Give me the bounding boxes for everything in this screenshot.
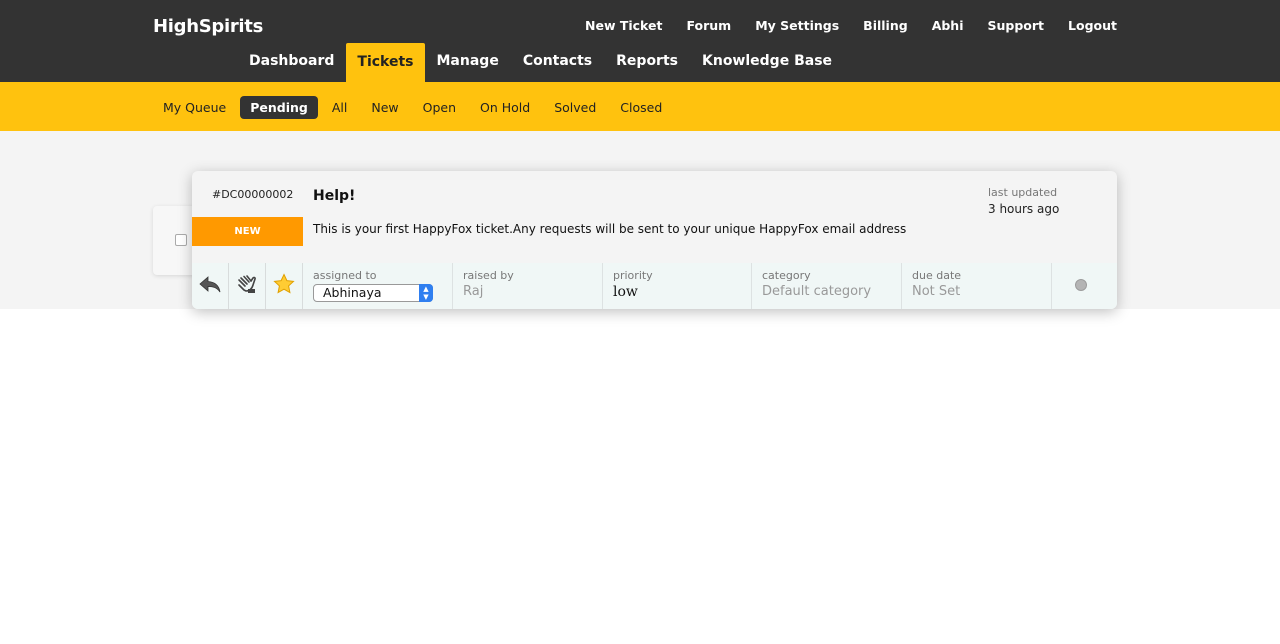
- filter-open[interactable]: Open: [413, 96, 466, 119]
- ticket-filters: My Queue Pending All New Open On Hold So…: [153, 96, 676, 119]
- top-link-user[interactable]: Abhi: [932, 18, 964, 33]
- ticket-select-tab: [153, 206, 197, 275]
- due-date-field: due date Not Set: [902, 263, 1052, 309]
- top-links: New Ticket Forum My Settings Billing Abh…: [585, 18, 1117, 33]
- ticket-card: #DC00000002 NEW Help! This is your first…: [192, 171, 1117, 309]
- priority-field: priority low: [603, 263, 752, 309]
- reply-icon: [198, 274, 222, 298]
- filter-all[interactable]: All: [322, 96, 358, 119]
- top-navigation-bar: HighSpirits New Ticket Forum My Settings…: [0, 0, 1280, 82]
- ticket-id[interactable]: #DC00000002: [212, 188, 293, 201]
- raised-by-value[interactable]: Raj: [463, 284, 602, 299]
- top-link-billing[interactable]: Billing: [863, 18, 908, 33]
- filter-solved[interactable]: Solved: [544, 96, 606, 119]
- category-field: category Default category: [752, 263, 902, 309]
- grab-hand-icon: [236, 273, 258, 299]
- status-badge: NEW: [192, 217, 303, 246]
- tab-knowledge-base[interactable]: Knowledge Base: [690, 43, 844, 82]
- tab-tickets[interactable]: Tickets: [346, 43, 425, 82]
- top-link-support[interactable]: Support: [988, 18, 1045, 33]
- assignee-select[interactable]: Abhinaya ▲ ▼: [313, 284, 433, 302]
- top-link-my-settings[interactable]: My Settings: [755, 18, 839, 33]
- raised-by-label: raised by: [463, 269, 514, 282]
- brand-name[interactable]: HighSpirits: [153, 16, 263, 37]
- priority-value[interactable]: low: [613, 284, 751, 300]
- category-value[interactable]: Default category: [762, 284, 901, 299]
- raised-by-field: raised by Raj: [453, 263, 603, 309]
- ticket-preview: This is your first HappyFox ticket.Any r…: [313, 222, 907, 236]
- assignee-value: Abhinaya: [323, 285, 382, 300]
- tab-reports[interactable]: Reports: [604, 43, 690, 82]
- filter-pending[interactable]: Pending: [240, 96, 318, 119]
- star-icon: [273, 273, 295, 299]
- take-ticket-button[interactable]: [229, 263, 266, 309]
- ticket-properties-bar: assigned to Abhinaya ▲ ▼ raised by Raj pr…: [192, 263, 1117, 309]
- tab-manage[interactable]: Manage: [425, 43, 511, 82]
- ticket-filter-bar: My Queue Pending All New Open On Hold So…: [0, 82, 1280, 131]
- select-arrows-icon: ▲ ▼: [419, 284, 433, 302]
- star-button[interactable]: [266, 263, 303, 309]
- top-link-forum[interactable]: Forum: [687, 18, 732, 33]
- filter-new[interactable]: New: [361, 96, 408, 119]
- filter-my-queue[interactable]: My Queue: [153, 96, 236, 119]
- assigned-to-field: assigned to Abhinaya ▲ ▼: [303, 263, 453, 309]
- tab-contacts[interactable]: Contacts: [511, 43, 604, 82]
- filter-on-hold[interactable]: On Hold: [470, 96, 540, 119]
- reply-button[interactable]: [192, 263, 229, 309]
- due-date-value[interactable]: Not Set: [912, 284, 1051, 299]
- top-link-new-ticket[interactable]: New Ticket: [585, 18, 663, 33]
- priority-label: priority: [613, 269, 653, 282]
- last-updated-label: last updated: [988, 186, 1058, 199]
- last-updated-value: 3 hours ago: [988, 202, 1060, 216]
- category-label: category: [762, 269, 811, 282]
- main-nav: Dashboard Tickets Manage Contacts Report…: [237, 43, 844, 82]
- ticket-subject[interactable]: Help!: [313, 188, 355, 204]
- due-date-label: due date: [912, 269, 962, 282]
- tab-dashboard[interactable]: Dashboard: [237, 43, 346, 82]
- top-link-logout[interactable]: Logout: [1068, 18, 1117, 33]
- filter-closed[interactable]: Closed: [610, 96, 672, 119]
- status-indicator-dot: [1075, 279, 1087, 291]
- assigned-to-label: assigned to: [313, 269, 377, 282]
- ticket-checkbox[interactable]: [175, 234, 187, 246]
